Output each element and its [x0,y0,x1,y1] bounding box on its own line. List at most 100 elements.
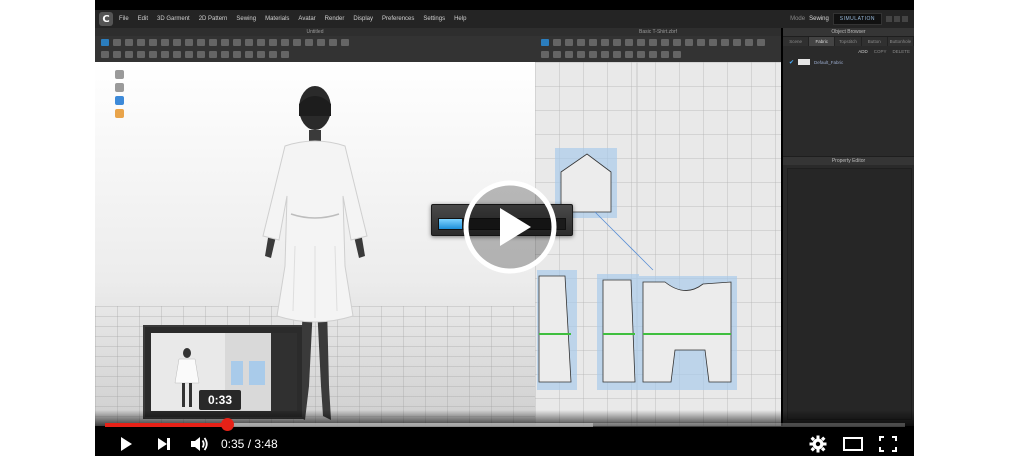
tool-icon[interactable] [221,50,229,58]
tool-icon[interactable] [257,38,265,46]
menu-render[interactable]: Render [325,16,345,22]
tab-button[interactable]: Button [862,37,888,46]
tab-scene[interactable]: Scene [783,37,810,46]
menu-file[interactable]: File [119,16,129,22]
copy-button[interactable]: COPY [874,49,887,54]
tool-icon[interactable] [125,38,133,46]
menu-display[interactable]: Display [353,16,373,22]
settings-button[interactable] [805,432,831,456]
tool-icon[interactable] [577,38,585,46]
tool-icon[interactable] [233,50,241,58]
viewport-2d[interactable] [535,62,781,426]
tool-icon[interactable] [613,50,621,58]
tool-icon[interactable] [625,50,633,58]
tool-icon[interactable] [101,50,109,58]
fabric-list-item[interactable]: ✔ Default_Fabric [783,56,914,68]
delete-button[interactable]: DELETE [892,49,910,54]
tool-icon[interactable] [269,38,277,46]
view-garment-icon[interactable] [115,83,124,92]
tool-icon[interactable] [245,50,253,58]
menu-edit[interactable]: Edit [138,16,148,22]
tool-icon[interactable] [589,38,597,46]
tool-icon[interactable] [209,38,217,46]
tool-icon[interactable] [209,50,217,58]
tool-icon[interactable] [589,50,597,58]
tool-icon[interactable] [137,50,145,58]
select-tool-icon[interactable] [101,38,109,46]
tool-icon[interactable] [661,38,669,46]
tab-fabric[interactable]: Fabric [809,37,836,46]
tool-icon[interactable] [305,38,313,46]
tool-icon[interactable] [649,50,657,58]
menu-preferences[interactable]: Preferences [382,16,414,22]
tool-icon[interactable] [113,50,121,58]
tool-icon[interactable] [601,38,609,46]
tool-icon[interactable] [697,38,705,46]
menu-2d-pattern[interactable]: 2D Pattern [199,16,228,22]
menu-avatar[interactable]: Avatar [298,16,315,22]
tool-icon[interactable] [173,38,181,46]
menu-3d-garment[interactable]: 3D Garment [157,16,190,22]
tool-icon[interactable] [685,38,693,46]
tool-icon[interactable] [673,38,681,46]
next-button[interactable] [151,432,177,456]
tool-icon[interactable] [601,50,609,58]
play-button[interactable] [113,432,139,456]
pattern-select-icon[interactable] [541,38,549,46]
tab-buttonhole[interactable]: Buttonhole [888,37,914,46]
tool-icon[interactable] [149,50,157,58]
pattern-pieces[interactable] [535,62,781,426]
tool-icon[interactable] [281,38,289,46]
tool-icon[interactable] [317,38,325,46]
menu-sewing[interactable]: Sewing [236,16,256,22]
tool-icon[interactable] [721,38,729,46]
tool-icon[interactable] [329,38,337,46]
tool-icon[interactable] [637,50,645,58]
fullscreen-button[interactable] [875,432,901,456]
view-light-icon[interactable] [115,109,124,118]
menu-materials[interactable]: Materials [265,16,289,22]
tool-icon[interactable] [245,38,253,46]
tool-icon[interactable] [233,38,241,46]
tool-icon[interactable] [661,50,669,58]
tool-icon[interactable] [553,38,561,46]
tool-icon[interactable] [125,50,133,58]
maximize-icon[interactable] [894,16,900,22]
theater-mode-button[interactable] [839,432,867,456]
tool-icon[interactable] [613,38,621,46]
tool-icon[interactable] [197,38,205,46]
tool-icon[interactable] [733,38,741,46]
tool-icon[interactable] [161,50,169,58]
menu-help[interactable]: Help [454,16,466,22]
tool-icon[interactable] [673,50,681,58]
add-button[interactable]: ADD [858,49,868,54]
tool-icon[interactable] [185,38,193,46]
tool-icon[interactable] [137,38,145,46]
tool-icon[interactable] [113,38,121,46]
tool-icon[interactable] [757,38,765,46]
volume-button[interactable] [187,432,213,456]
play-overlay-button[interactable] [463,180,557,274]
tool-icon[interactable] [565,38,573,46]
tool-icon[interactable] [149,38,157,46]
video-player[interactable]: C File Edit 3D Garment 2D Pattern Sewing… [95,0,914,456]
tool-icon[interactable] [173,50,181,58]
view-avatar-icon[interactable] [115,70,124,79]
tool-icon[interactable] [577,50,585,58]
tool-icon[interactable] [281,50,289,58]
tool-icon[interactable] [649,38,657,46]
view-texture-icon[interactable] [115,96,124,105]
tool-icon[interactable] [221,38,229,46]
tool-icon[interactable] [625,38,633,46]
minimize-icon[interactable] [886,16,892,22]
tool-icon[interactable] [341,38,349,46]
tool-icon[interactable] [257,50,265,58]
tool-icon[interactable] [185,50,193,58]
close-icon[interactable] [902,16,908,22]
simulation-button[interactable]: SIMULATION [832,13,882,25]
tool-icon[interactable] [161,38,169,46]
tool-icon[interactable] [709,38,717,46]
tool-icon[interactable] [197,50,205,58]
tool-icon[interactable] [541,50,549,58]
tool-icon[interactable] [553,50,561,58]
